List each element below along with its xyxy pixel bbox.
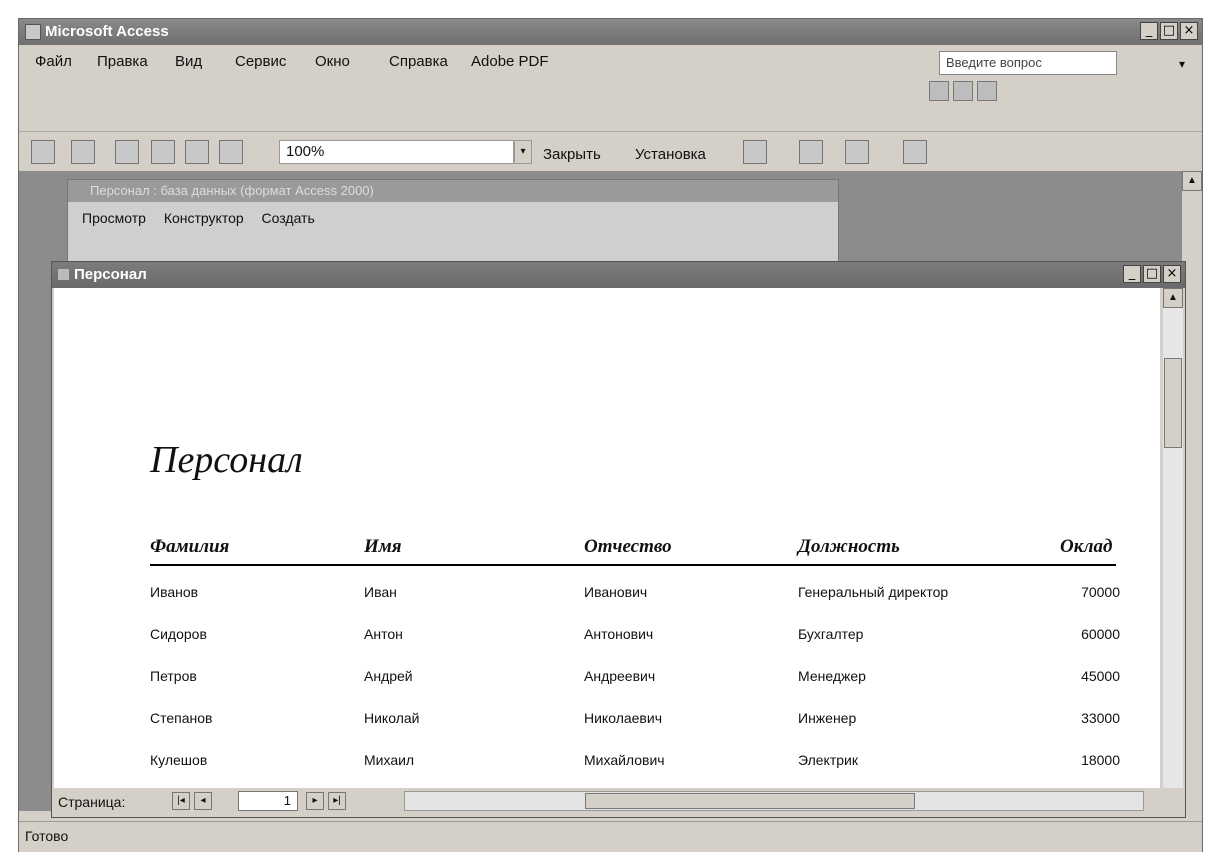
page-number-input[interactable]: 1	[238, 791, 298, 811]
report-maximize-button[interactable]: □	[1143, 265, 1161, 283]
window-controls: _ □ ×	[1140, 22, 1198, 40]
toolbar-icon[interactable]	[953, 81, 973, 101]
close-button[interactable]: ×	[1180, 22, 1198, 40]
two-pages-icon[interactable]	[185, 140, 209, 164]
cell-name: Иван	[364, 584, 397, 600]
report-scroll-thumb[interactable]	[1164, 358, 1182, 448]
report-window-controls: _ □ ×	[1123, 265, 1181, 283]
toolbar-icon[interactable]	[977, 81, 997, 101]
report-window: Персонал _ □ × Персонал Фамилия Имя Отче…	[51, 261, 1186, 818]
report-page: Персонал Фамилия Имя Отчество Должность …	[54, 288, 1160, 788]
column-header-name: Имя	[364, 536, 402, 557]
zoom-dropdown-icon[interactable]: ▾	[514, 140, 532, 164]
access-app-icon	[25, 24, 41, 40]
report-vertical-scrollbar[interactable]: ▲	[1163, 288, 1183, 788]
report-titlebar[interactable]: Персонал _ □ ×	[52, 262, 1185, 288]
next-page-button[interactable]: ▸	[306, 792, 324, 810]
create-button[interactable]: Создать	[262, 210, 315, 226]
report-heading: Персонал	[150, 439, 303, 481]
cell-position: Инженер	[798, 710, 857, 726]
status-bar: Готово	[19, 821, 1202, 852]
report-close-button[interactable]: ×	[1163, 265, 1181, 283]
page-label: Страница:	[58, 794, 126, 810]
status-text: Готово	[25, 828, 69, 844]
multiple-pages-icon[interactable]	[219, 140, 243, 164]
zoom-icon[interactable]	[115, 140, 139, 164]
cell-salary: 60000	[1081, 626, 1120, 642]
menu-edit[interactable]: Правка	[97, 53, 148, 70]
close-preview-button[interactable]: Закрыть	[543, 146, 601, 163]
column-header-surname: Фамилия	[150, 536, 230, 557]
view-icon[interactable]	[31, 140, 55, 164]
help-icon[interactable]	[903, 140, 927, 164]
cell-position: Генеральный директор	[798, 584, 949, 600]
scroll-up-icon[interactable]: ▲	[1182, 171, 1202, 191]
app-titlebar[interactable]: Microsoft Access _ □ ×	[19, 19, 1202, 45]
menu-window[interactable]: Окно	[315, 53, 350, 70]
cell-salary: 18000	[1081, 752, 1120, 768]
cell-salary: 45000	[1081, 668, 1120, 684]
cell-position: Менеджер	[798, 668, 866, 684]
preview-button[interactable]: Просмотр	[82, 210, 146, 226]
ask-dropdown-icon[interactable]: ▾	[1179, 57, 1185, 71]
print-icon[interactable]	[71, 140, 95, 164]
cell-surname: Степанов	[150, 710, 213, 726]
zoom-select[interactable]: 100%	[279, 140, 514, 164]
horizontal-scroll-thumb[interactable]	[585, 793, 915, 809]
column-header-position: Должность	[798, 536, 900, 557]
database-window-toolbar: Просмотр Конструктор Создать	[82, 210, 329, 226]
header-rule	[150, 564, 1116, 566]
minimize-button[interactable]: _	[1140, 22, 1158, 40]
secondary-toolbar	[929, 81, 997, 101]
cell-surname: Сидоров	[150, 626, 207, 642]
page-setup-button[interactable]: Установка	[635, 146, 706, 163]
ask-question-input[interactable]: Введите вопрос	[939, 51, 1117, 75]
maximize-button[interactable]: □	[1160, 22, 1178, 40]
app-title: Microsoft Access	[45, 23, 169, 40]
cell-position: Бухгалтер	[798, 626, 864, 642]
last-page-button[interactable]: ▸|	[328, 792, 346, 810]
report-horizontal-scrollbar[interactable]	[404, 791, 1144, 811]
database-window: Персонал : база данных (формат Access 20…	[67, 179, 839, 271]
report-icon	[58, 269, 69, 280]
database-window-title: Персонал : база данных (формат Access 20…	[68, 180, 838, 202]
cell-name: Андрей	[364, 668, 413, 684]
toolbar-icon[interactable]	[929, 81, 949, 101]
cell-patronymic: Михайлович	[584, 752, 665, 768]
cell-patronymic: Андреевич	[584, 668, 656, 684]
office-links-icon[interactable]	[743, 140, 767, 164]
column-header-salary: Оклад	[1060, 536, 1113, 557]
column-header-patronymic: Отчество	[584, 536, 672, 557]
report-window-title: Персонал	[74, 266, 147, 283]
design-button[interactable]: Конструктор	[164, 210, 244, 226]
menu-help[interactable]: Справка	[389, 53, 448, 70]
menu-view[interactable]: Вид	[175, 53, 202, 70]
new-object-icon[interactable]	[845, 140, 869, 164]
one-page-icon[interactable]	[151, 140, 175, 164]
cell-surname: Иванов	[150, 584, 199, 600]
cell-patronymic: Иванович	[584, 584, 648, 600]
cell-name: Николай	[364, 710, 420, 726]
menu-tools[interactable]: Сервис	[235, 53, 286, 70]
print-preview-toolbar: 100% ▾ Закрыть Установка	[19, 131, 1202, 172]
cell-position: Электрик	[798, 752, 858, 768]
menu-file[interactable]: Файл	[35, 53, 72, 70]
cell-name: Михаил	[364, 752, 415, 768]
cell-salary: 33000	[1081, 710, 1120, 726]
menu-bar: Файл Правка Вид Сервис Окно Справка Adob…	[19, 45, 1202, 77]
first-page-button[interactable]: |◂	[172, 792, 190, 810]
cell-surname: Кулешов	[150, 752, 208, 768]
cell-name: Антон	[364, 626, 403, 642]
database-window-icon[interactable]	[799, 140, 823, 164]
access-window: Microsoft Access _ □ × Файл Правка Вид С…	[18, 18, 1203, 852]
cell-patronymic: Николаевич	[584, 710, 662, 726]
cell-salary: 70000	[1081, 584, 1120, 600]
report-scroll-up-icon[interactable]: ▲	[1163, 288, 1183, 308]
cell-patronymic: Антонович	[584, 626, 654, 642]
previous-page-button[interactable]: ◂	[194, 792, 212, 810]
cell-surname: Петров	[150, 668, 197, 684]
report-minimize-button[interactable]: _	[1123, 265, 1141, 283]
record-navigation-bar: Страница: |◂ ◂ 1 ▸ ▸|	[54, 788, 1184, 814]
menu-adobe-pdf[interactable]: Adobe PDF	[471, 53, 549, 70]
